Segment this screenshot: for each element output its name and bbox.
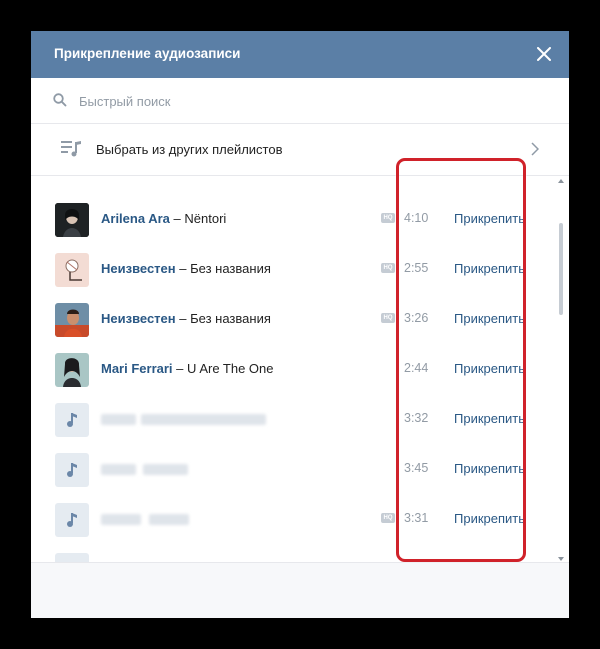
track-cover: [55, 303, 89, 337]
hq-badge: HQ: [381, 313, 395, 323]
blurred-artist: [101, 414, 136, 425]
track-cover: [55, 353, 89, 387]
track-text: Mari Ferrari – U Are The One: [101, 361, 274, 376]
search-icon: [53, 93, 67, 107]
hq-badge: HQ: [381, 213, 395, 223]
search-input[interactable]: [79, 87, 539, 115]
music-note-icon: [67, 463, 77, 477]
blurred-title: [141, 414, 266, 425]
highlight-annotation: [396, 158, 526, 562]
track-artist[interactable]: Mari Ferrari: [101, 361, 173, 376]
track-cover: [55, 253, 89, 287]
track-title: U Are The One: [187, 361, 274, 376]
track-artist[interactable]: Неизвестен: [101, 311, 176, 326]
scroll-down-arrow-icon[interactable]: [558, 557, 564, 561]
close-button[interactable]: [533, 43, 555, 65]
music-note-icon: [67, 513, 77, 527]
hq-badge: HQ: [381, 263, 395, 273]
choose-playlists-label: Выбрать из других плейлистов: [96, 142, 283, 157]
scroll-up-arrow-icon[interactable]: [558, 179, 564, 183]
blurred-title: [143, 464, 188, 475]
track-dash: –: [179, 261, 187, 276]
dialog-footer: [31, 562, 569, 618]
blurred-title: [149, 514, 189, 525]
blurred-artist: [101, 514, 141, 525]
search-bar: [31, 78, 569, 124]
close-icon: [537, 47, 551, 61]
hq-badge: HQ: [381, 513, 395, 523]
track-artist[interactable]: Неизвестен: [101, 261, 176, 276]
track-artist[interactable]: Arilena Ara: [101, 211, 170, 226]
track-title: Nëntori: [184, 211, 227, 226]
track-dash: –: [176, 361, 184, 376]
track-text: Arilena Ara – Nëntori: [101, 211, 226, 226]
scrollbar[interactable]: [558, 179, 564, 561]
dialog-title: Прикрепление аудиозаписи: [54, 46, 241, 61]
track-cover-placeholder: [55, 553, 89, 562]
music-note-icon: [67, 413, 77, 427]
track-dash: –: [179, 311, 187, 326]
track-text: Неизвестен – Без названия: [101, 261, 271, 276]
dialog-header: Прикрепление аудиозаписи: [31, 31, 569, 78]
track-title: Без названия: [190, 311, 271, 326]
track-cover: [55, 203, 89, 237]
chevron-right-icon: [531, 142, 539, 156]
playlist-icon: [61, 141, 81, 157]
track-text: Неизвестен – Без названия: [101, 311, 271, 326]
track-cover-placeholder: [55, 453, 89, 487]
track-dash: –: [173, 211, 181, 226]
blurred-artist: [101, 464, 136, 475]
track-title: Без названия: [190, 261, 271, 276]
track-cover-placeholder: [55, 503, 89, 537]
scroll-thumb[interactable]: [559, 223, 563, 315]
track-cover-placeholder: [55, 403, 89, 437]
